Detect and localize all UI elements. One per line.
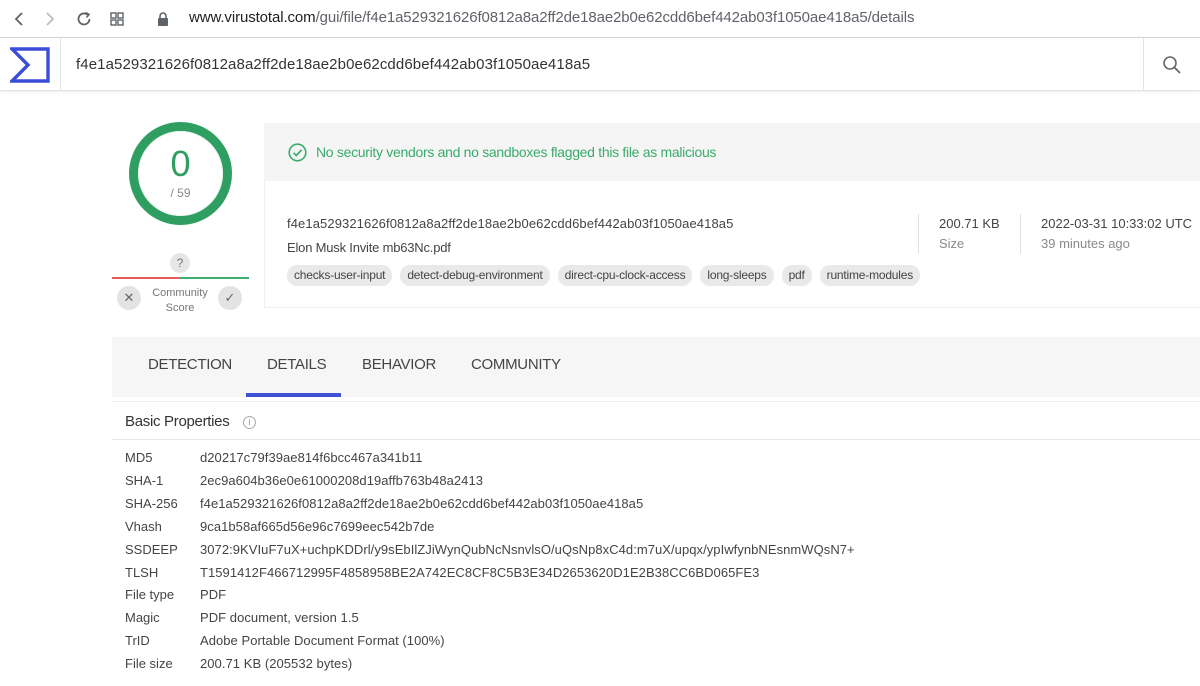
file-hash: f4e1a529321626f0812a8a2ff2de18ae2b0e62cd… bbox=[287, 216, 734, 231]
file-summary-panel: f4e1a529321626f0812a8a2ff2de18ae2b0e62cd… bbox=[264, 181, 1200, 308]
active-tab-indicator bbox=[246, 393, 341, 397]
tab-detection[interactable]: DETECTION bbox=[148, 356, 232, 373]
verdict-banner: No security vendors and no sandboxes fla… bbox=[264, 123, 1200, 181]
divider bbox=[918, 214, 919, 254]
search-button[interactable] bbox=[1143, 38, 1200, 91]
back-button[interactable] bbox=[7, 7, 31, 31]
search-icon bbox=[1163, 55, 1181, 74]
virustotal-logo-icon bbox=[10, 46, 50, 83]
property-value: PDF document, version 1.5 bbox=[200, 610, 359, 625]
divider bbox=[112, 439, 1200, 440]
reload-icon bbox=[77, 11, 91, 26]
url-path: /gui/file/f4e1a529321626f0812a8a2ff2de18… bbox=[315, 9, 915, 26]
tag[interactable]: pdf bbox=[781, 265, 812, 286]
tag[interactable]: long-sleeps bbox=[700, 265, 774, 286]
report-tabs: DETECTION DETAILS BEHAVIOR COMMUNITY bbox=[112, 337, 1200, 397]
detection-count: 0 bbox=[170, 143, 191, 184]
property-value: 9ca1b58af665d56e96c7699eec542b7de bbox=[200, 519, 435, 534]
chevron-right-icon bbox=[46, 12, 55, 26]
info-icon[interactable]: i bbox=[243, 416, 256, 429]
file-size-label: Size bbox=[939, 236, 965, 251]
file-size-value: 200.71 KB bbox=[939, 216, 1000, 231]
tab-behavior[interactable]: BEHAVIOR bbox=[362, 356, 436, 373]
property-value: Adobe Portable Document Format (100%) bbox=[200, 633, 445, 648]
tag-list: checks-user-input detect-debug-environme… bbox=[287, 265, 921, 286]
property-value: T1591412F466712995F4858958BE2A742EC8CF8C… bbox=[200, 565, 760, 580]
tag[interactable]: checks-user-input bbox=[287, 265, 393, 286]
vote-harmless-button[interactable]: ✓ bbox=[218, 286, 242, 310]
property-value: 200.71 KB (205532 bytes) bbox=[200, 656, 353, 671]
tab-details[interactable]: DETAILS bbox=[267, 356, 327, 373]
browser-toolbar: www.virustotal.com/gui/file/f4e1a5293216… bbox=[0, 0, 1200, 38]
apps-grid-icon bbox=[110, 12, 124, 26]
vote-malicious-button[interactable]: ✕ bbox=[117, 286, 141, 310]
tag[interactable]: direct-cpu-clock-access bbox=[557, 265, 693, 286]
property-value: PDF bbox=[200, 587, 227, 602]
community-score-value: ? bbox=[170, 253, 190, 273]
check-circle-icon bbox=[288, 143, 307, 162]
property-key: MD5 bbox=[125, 450, 153, 465]
property-key: File type bbox=[125, 587, 175, 602]
vt-header: f4e1a529321626f0812a8a2ff2de18ae2b0e62cd… bbox=[0, 38, 1200, 91]
section-title: Basic Properties bbox=[125, 413, 230, 430]
divider bbox=[112, 401, 1200, 402]
property-value: f4e1a529321626f0812a8a2ff2de18ae2b0e62cd… bbox=[200, 496, 644, 511]
lock-icon bbox=[158, 12, 168, 26]
community-score-bar bbox=[112, 277, 249, 280]
property-key: TrID bbox=[125, 633, 150, 648]
property-value: d20217c79f39ae814f6bcc467a341b11 bbox=[200, 450, 423, 465]
search-input[interactable]: f4e1a529321626f0812a8a2ff2de18ae2b0e62cd… bbox=[76, 56, 590, 73]
divider bbox=[1020, 214, 1021, 254]
property-key: SHA-1 bbox=[125, 473, 164, 488]
verdict-text: No security vendors and no sandboxes fla… bbox=[316, 144, 717, 160]
address-bar[interactable]: www.virustotal.com/gui/file/f4e1a5293216… bbox=[189, 9, 914, 26]
vt-logo-link[interactable] bbox=[0, 38, 61, 91]
property-key: Vhash bbox=[125, 519, 162, 534]
forward-button[interactable] bbox=[38, 7, 62, 31]
property-key: SSDEEP bbox=[125, 542, 178, 557]
site-info-button[interactable] bbox=[151, 7, 175, 31]
property-key: TLSH bbox=[125, 565, 159, 580]
property-key: SHA-256 bbox=[125, 496, 178, 511]
analysis-date: 2022-03-31 10:33:02 UTC bbox=[1041, 216, 1193, 231]
tag[interactable]: runtime-modules bbox=[819, 265, 921, 286]
url-host: www.virustotal.com bbox=[189, 9, 316, 26]
detection-total: / 59 bbox=[170, 186, 191, 200]
property-key: File size bbox=[125, 656, 173, 671]
apps-button[interactable] bbox=[105, 7, 129, 31]
analysis-date-relative: 39 minutes ago bbox=[1041, 236, 1130, 251]
chevron-left-icon bbox=[14, 12, 23, 26]
tab-community[interactable]: COMMUNITY bbox=[471, 356, 561, 373]
tag[interactable]: detect-debug-environment bbox=[400, 265, 550, 286]
property-value: 3072:9KVIuF7uX+uchpKDDrl/y9sEbIlZJiWynQu… bbox=[200, 542, 855, 557]
reload-button[interactable] bbox=[72, 7, 96, 31]
file-name: Elon Musk Invite mb63Nc.pdf bbox=[287, 240, 451, 255]
property-key: Magic bbox=[125, 610, 160, 625]
property-value: 2ec9a604b36e0e61000208d19affb763b48a2413 bbox=[200, 473, 483, 488]
community-score-label: Community Score bbox=[152, 287, 208, 314]
